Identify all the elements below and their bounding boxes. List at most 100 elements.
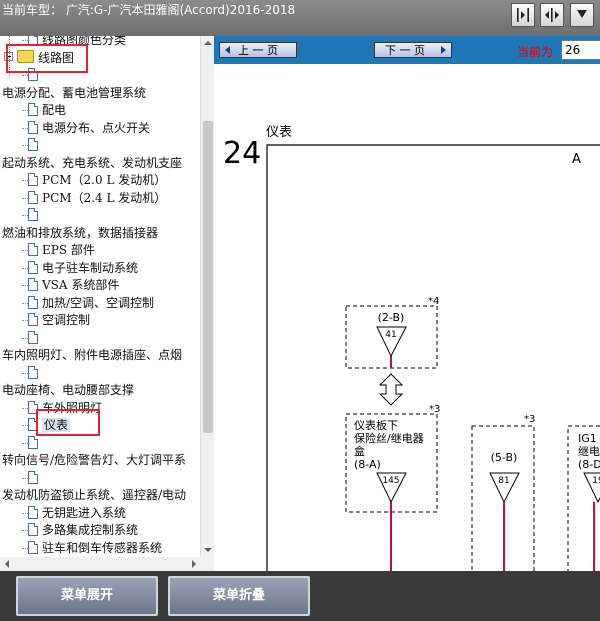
document-icon	[28, 103, 38, 116]
box2-ref: (5-B)	[491, 451, 518, 464]
tree-category[interactable]: 电源分配、蓄电池管理系统	[2, 84, 146, 102]
vehicle-title: 当前车型： 广汽:G-广汽本田雅阁(Accord)2016-2018	[2, 3, 296, 17]
box1-line3: 盒	[354, 444, 365, 458]
document-icon	[28, 330, 38, 344]
tree-item[interactable]: PCM（2.0 L 发动机）	[22, 171, 167, 189]
tree-item-label: 电子驻车制动系统	[42, 260, 139, 275]
box3-line1: IG1	[578, 432, 597, 445]
diagram-viewer: 上 一 页 下 一 页 当前为 26 24 仪表 A *4 (2-B) 41 *…	[214, 36, 600, 571]
tree-item-label: 发动机防盗锁止系统、遥控器/电动	[2, 488, 187, 502]
tree-item-label: 空调控制	[42, 313, 91, 327]
tree-category[interactable]: 起动系统、充电系统、发动机支座	[2, 154, 182, 172]
diagram-frame	[266, 144, 600, 571]
tree-item-label: 燃油和排放系统，数据插接器	[2, 225, 159, 240]
document-icon	[28, 243, 38, 256]
page-nav-bar: 上 一 页 下 一 页 当前为 26	[214, 36, 600, 64]
tree-item-label: PCM（2.4 L 发动机）	[42, 190, 167, 205]
next-page-button[interactable]: 下 一 页	[374, 42, 452, 58]
tree-item-label: 电动座椅、电动腰部支撑	[2, 383, 135, 397]
tree-item-label: 加热/空调、空调控制	[42, 295, 155, 310]
menu-tree: 线路图颜色分类 线路图 电源分配、蓄电池管理系统 配电 电源分布、点火开关 起动系统、充电…	[0, 36, 200, 571]
bottom-bar: 菜单展开 菜单折叠	[0, 571, 600, 621]
scroll-down-icon[interactable]	[201, 543, 215, 557]
tree-item[interactable]: 加热/空调、空调控制	[22, 294, 155, 312]
scroll-up-icon[interactable]	[201, 36, 215, 50]
document-icon	[28, 313, 38, 326]
tree-item[interactable]	[22, 136, 42, 154]
collapse-menu-button[interactable]: 菜单折叠	[168, 576, 310, 616]
tree-category[interactable]: 燃油和排放系统，数据插接器	[2, 224, 158, 242]
document-icon	[28, 523, 38, 536]
note-3b: *3	[524, 414, 535, 425]
box3-line3: (8-D	[578, 458, 600, 471]
scroll-thumb[interactable]	[203, 121, 213, 433]
box1-line2: 保险丝/继电器	[354, 431, 424, 445]
fuse-top-ref: (2-B)	[378, 311, 405, 324]
expand-menu-button[interactable]: 菜单展开	[16, 576, 158, 616]
tree-item-label: 起动系统、充电系统、发动机支座	[2, 155, 183, 170]
box3-pin: 19	[592, 476, 600, 486]
tree-item[interactable]: VSA 系统部件	[22, 276, 120, 294]
tree-item[interactable]	[22, 434, 42, 452]
prev-page-button[interactable]: 上 一 页	[219, 42, 297, 58]
tree-item[interactable]: 配电	[22, 101, 67, 119]
tree-category[interactable]: 车内照明灯、附件电源插座、点烟	[2, 346, 182, 364]
note-4: *4	[428, 296, 439, 307]
split-view-icon[interactable]	[540, 3, 564, 27]
tree-item-label: 多路集成控制系统	[42, 523, 139, 537]
wiring-diagram: 24 仪表 A *4 (2-B) 41 *3 仪表板下 保险丝/继电器 盒 (8…	[223, 125, 600, 571]
tree-item[interactable]: 无钥匙进入系统	[22, 504, 127, 522]
tree-item-label: EPS 部件	[42, 243, 95, 257]
document-icon	[28, 365, 38, 379]
tree-item-label: 车内照明灯、附件电源插座、点烟	[2, 348, 183, 362]
tree-item-label: VSA 系统部件	[42, 278, 120, 292]
tree-item[interactable]	[22, 206, 42, 224]
page-number: 24	[223, 136, 261, 171]
box3-line2: 继电	[578, 445, 600, 458]
tree-item[interactable]: 空调控制	[22, 311, 91, 329]
tree-category[interactable]: 发动机防盗锁止系统、遥控器/电动	[2, 486, 186, 504]
box1-line4: (8-A)	[354, 458, 381, 471]
tree-category[interactable]: 电动座椅、电动腰部支撑	[2, 381, 134, 399]
tree-item-label: PCM（2.0 L 发动机）	[42, 173, 167, 187]
tree-horizontal-scrollbar[interactable]	[0, 557, 214, 571]
tree-item[interactable]: 电源分布、点火开关	[22, 119, 151, 137]
tree-item-label: 配电	[42, 103, 67, 117]
document-icon	[28, 138, 38, 151]
tree-item[interactable]	[22, 329, 42, 347]
document-icon	[28, 470, 38, 484]
box1-line1: 仪表板下	[354, 418, 398, 432]
current-page-label: 当前为	[517, 45, 554, 59]
tree-item[interactable]: 驻车和倒车传感器系统	[22, 539, 163, 557]
tree-item[interactable]: EPS 部件	[22, 241, 95, 259]
document-icon	[28, 505, 38, 519]
tree-category[interactable]: 转向信号/危险警告灯、大灯调平系	[2, 451, 186, 469]
document-icon	[28, 190, 38, 204]
tree-item-label: 无钥匙进入系统	[42, 505, 127, 520]
corner-label: A	[572, 152, 581, 167]
document-icon	[28, 208, 38, 221]
document-icon	[28, 120, 38, 134]
tree-item[interactable]: PCM（2.4 L 发动机）	[22, 189, 167, 207]
tree-item[interactable]	[22, 469, 42, 487]
tree-vertical-scrollbar[interactable]	[200, 36, 215, 571]
tree-item-label: 驻车和倒车传感器系统	[42, 540, 163, 555]
title-bar: 当前车型： 广汽:G-广汽本田雅阁(Accord)2016-2018	[0, 0, 600, 36]
document-icon	[28, 540, 38, 554]
document-icon	[28, 173, 38, 186]
document-icon	[28, 260, 38, 274]
tree-item[interactable]	[22, 364, 42, 382]
tree-item[interactable]: 电子驻车制动系统	[22, 259, 139, 277]
fuse-top-pin: 41	[385, 330, 396, 340]
document-icon	[28, 435, 38, 449]
nav-forward-icon[interactable]	[511, 3, 535, 27]
tree-item-label: 转向信号/危险警告灯、大灯调平系	[2, 453, 187, 467]
note-3a: *3	[429, 404, 440, 415]
tree-item[interactable]: 多路集成控制系统	[22, 521, 139, 539]
tree-item-label: 电源分布、点火开关	[42, 120, 151, 135]
document-icon	[28, 278, 38, 291]
current-page-input[interactable]: 26	[561, 40, 600, 60]
expand-icon[interactable]	[570, 3, 594, 27]
section-title: 仪表	[266, 125, 292, 140]
document-icon	[28, 295, 38, 309]
